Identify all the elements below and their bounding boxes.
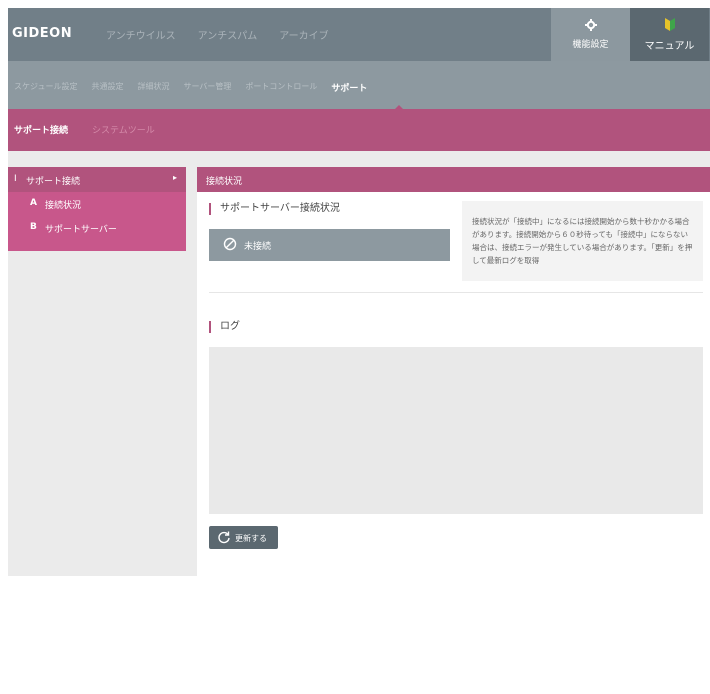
nav-archive[interactable]: アーカイブ: [279, 27, 328, 42]
chevron-right-icon: ▸: [173, 173, 178, 182]
top-header: GIDEON アンチウイルス アンチスパム アーカイブ 機能設定 マニュアル: [8, 8, 710, 61]
sidebar-item-label: 接続状況: [45, 201, 82, 211]
refresh-icon: [218, 531, 230, 544]
server-status-title: サポートサーバー接続状況: [209, 203, 340, 215]
settings-button[interactable]: 機能設定: [551, 8, 630, 61]
info-note: 接続状況が「接続中」になるには接続開始から数十秒かかる場合があります。接続開始か…: [462, 201, 703, 281]
connection-status-panel: 接続状況 サポートサーバー接続状況 未接続 接続状況が「接続中」になるには接続開…: [197, 167, 710, 576]
log-area[interactable]: [209, 347, 703, 514]
subnav-item-details[interactable]: 詳細状況: [137, 81, 169, 94]
beginner-mark-icon: [664, 17, 675, 31]
gear-icon: [584, 19, 597, 31]
subnav-item-schedule[interactable]: スケジュール設定: [14, 81, 77, 94]
tab-system-tools[interactable]: システムツール: [92, 123, 155, 136]
subnav-item-common[interactable]: 共通設定: [91, 81, 123, 94]
sidebar-item-label: サポートサーバー: [45, 225, 117, 235]
sidebar-item-number: A: [30, 198, 37, 208]
nav-antispam[interactable]: アンチスパム: [198, 27, 258, 42]
subnav-item-server[interactable]: サーバー管理: [183, 81, 231, 94]
tab-support-connection[interactable]: サポート接続: [14, 123, 68, 136]
refresh-label: 更新する: [235, 534, 267, 543]
sidebar-item-support-server[interactable]: B サポートサーバー: [8, 216, 186, 240]
sidebar-item-number: B: [30, 222, 37, 232]
app-window: GIDEON アンチウイルス アンチスパム アーカイブ 機能設定 マニュアル ス…: [8, 8, 710, 694]
manual-label: マニュアル: [644, 40, 695, 52]
panel-title: 接続状況: [206, 177, 243, 187]
refresh-button[interactable]: 更新する: [209, 526, 278, 549]
top-nav: アンチウイルス アンチスパム アーカイブ: [106, 27, 329, 42]
sidebar-item-number: I: [14, 174, 17, 184]
divider: [209, 292, 703, 293]
tab-bar: サポート接続 システムツール: [8, 109, 710, 151]
sidebar-item-connection-status[interactable]: A 接続状況: [8, 192, 186, 216]
panel-header: 接続状況: [197, 167, 710, 192]
prohibited-icon: [223, 237, 237, 251]
subnav-item-port[interactable]: ポートコントロール: [245, 81, 317, 94]
sidebar: I サポート接続 ▸ A 接続状況 B サポートサーバー: [8, 167, 186, 251]
log-title: ログ: [209, 321, 240, 333]
connection-status-badge: 未接続: [209, 229, 450, 261]
app-logo: GIDEON: [12, 26, 73, 41]
sidebar-item-label: サポート接続: [26, 177, 81, 187]
sidebar-item-support-connection[interactable]: I サポート接続 ▸: [8, 167, 186, 192]
manual-button[interactable]: マニュアル: [630, 8, 709, 61]
nav-antivirus[interactable]: アンチウイルス: [106, 27, 176, 42]
settings-label: 機能設定: [572, 40, 609, 50]
main-content: I サポート接続 ▸ A 接続状況 B サポートサーバー 接続状況 サポートサー…: [8, 151, 710, 576]
subnav-item-support[interactable]: サポート: [331, 81, 367, 94]
connection-status-text: 未接続: [244, 242, 272, 252]
sub-nav: スケジュール設定 共通設定 詳細状況 サーバー管理 ポートコントロール サポート: [8, 61, 710, 110]
